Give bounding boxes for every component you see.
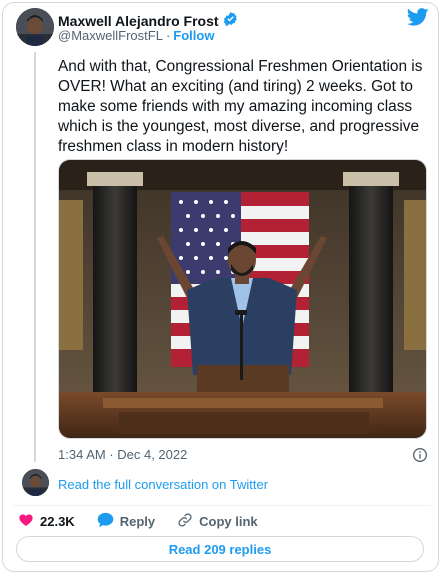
tweet-timestamp[interactable]: 1:34 AM · Dec 4, 2022: [58, 447, 187, 462]
twitter-bird-icon[interactable]: [406, 8, 429, 31]
reply-button[interactable]: Reply: [97, 512, 155, 531]
reply-bubble-icon: [97, 512, 114, 531]
tweet-text: And with that, Congressional Freshmen Or…: [58, 58, 423, 155]
divider: [12, 505, 431, 506]
author-handle[interactable]: @MaxwellFrostFL: [58, 28, 163, 43]
handle-separator: ·: [165, 28, 171, 43]
read-replies-label: Read 209 replies: [168, 541, 272, 557]
conversation-avatar[interactable]: [22, 469, 49, 496]
like-button[interactable]: 22.3K: [18, 512, 75, 531]
author-display-name[interactable]: Maxwell Alejandro Frost: [58, 13, 219, 29]
tweet-photo[interactable]: [58, 159, 427, 439]
info-icon[interactable]: [412, 447, 428, 468]
action-bar: 22.3K Reply Copy link: [18, 512, 280, 530]
verified-badge-icon: [223, 11, 238, 31]
follow-button[interactable]: Follow: [173, 28, 214, 43]
copy-link-label: Copy link: [199, 513, 258, 529]
read-replies-button[interactable]: Read 209 replies: [16, 536, 424, 562]
heart-icon: [18, 512, 34, 531]
link-icon: [177, 512, 193, 531]
thread-line: [34, 52, 36, 462]
reply-label: Reply: [119, 513, 156, 529]
read-full-conversation-link[interactable]: Read the full conversation on Twitter: [58, 477, 268, 492]
author-avatar[interactable]: [16, 8, 54, 46]
like-count: 22.3K: [40, 513, 75, 529]
copy-link-button[interactable]: Copy link: [177, 512, 258, 531]
